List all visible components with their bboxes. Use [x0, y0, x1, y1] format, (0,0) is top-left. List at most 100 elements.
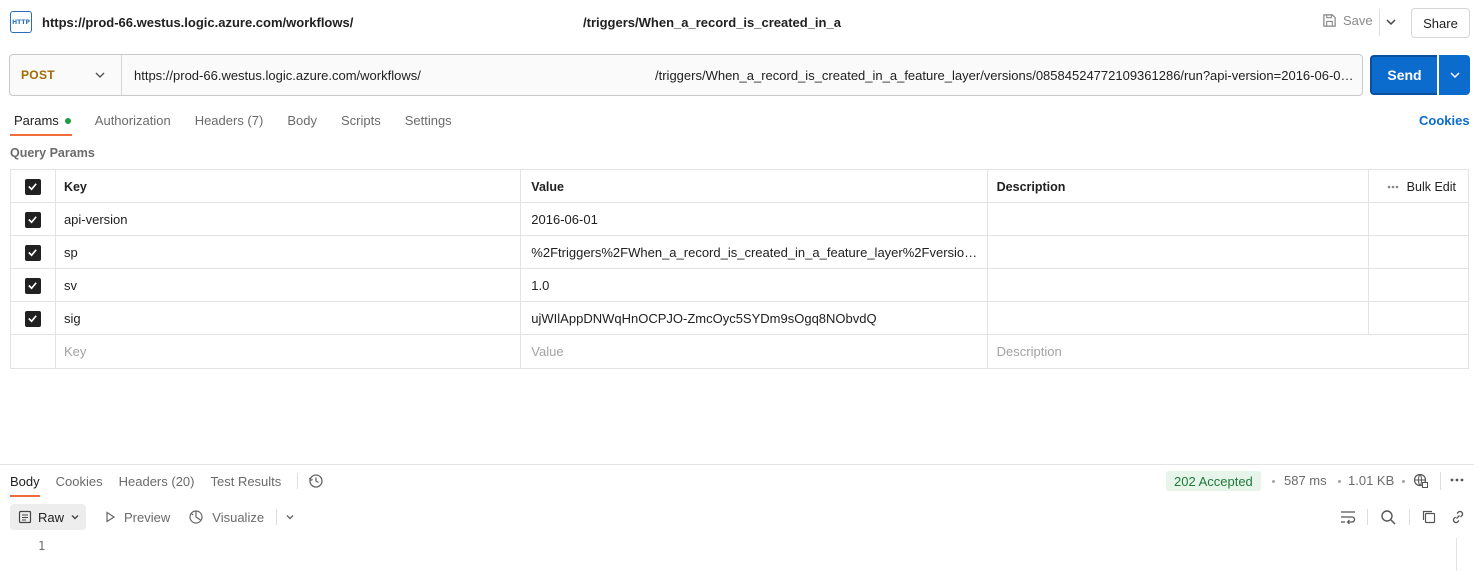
tab-params[interactable]: Params — [14, 113, 71, 128]
check-icon — [28, 282, 38, 290]
param-value[interactable]: 2016-06-01 — [521, 203, 988, 236]
divider — [1402, 480, 1405, 483]
row-checkbox[interactable] — [24, 277, 41, 294]
row-checkbox-cell — [11, 203, 56, 236]
more-icon[interactable] — [1450, 478, 1464, 482]
table-row: sp %2Ftriggers%2FWhen_a_record_is_create… — [11, 236, 1468, 269]
history-icon[interactable] — [308, 473, 324, 489]
divider — [1367, 509, 1368, 525]
wrap-lines-icon[interactable] — [1339, 509, 1357, 525]
search-icon[interactable] — [1380, 509, 1396, 525]
param-value[interactable]: 1.0 — [521, 269, 988, 302]
table-row: sig ujWIlAppDNWqHnOCPJO-ZmcOyc5SYDm9sOgq… — [11, 302, 1468, 335]
method-select[interactable]: POST — [21, 68, 55, 82]
row-spacer — [1369, 236, 1468, 269]
divider — [1338, 480, 1341, 483]
url-input-path[interactable]: /triggers/When_a_record_is_created_in_a_… — [655, 68, 1360, 83]
param-key[interactable]: sp — [56, 236, 522, 269]
check-icon — [28, 183, 38, 191]
chevron-down-icon[interactable] — [1384, 14, 1398, 30]
preview-label: Preview — [124, 509, 171, 525]
divider — [276, 509, 278, 525]
check-icon — [28, 315, 38, 323]
param-key[interactable]: api-version — [56, 203, 522, 236]
scrollbar[interactable] — [1456, 538, 1464, 571]
raw-label: Raw — [38, 509, 65, 525]
row-checkbox[interactable] — [24, 244, 41, 261]
tab-body[interactable]: Body — [287, 113, 317, 128]
row-checkbox[interactable] — [24, 310, 41, 327]
cookies-link[interactable]: Cookies — [1419, 113, 1470, 128]
save-button[interactable]: Save — [1322, 13, 1373, 28]
chevron-down-icon[interactable] — [285, 512, 295, 522]
row-spacer — [1369, 203, 1468, 236]
param-key[interactable]: sig — [56, 302, 522, 335]
tab-scripts[interactable]: Scripts — [341, 113, 381, 128]
send-button[interactable]: Send — [1370, 55, 1437, 95]
request-title-path[interactable]: /triggers/When_a_record_is_created_in_a — [583, 15, 841, 30]
request-tabs: Params Authorization Headers (7) Body Sc… — [14, 113, 476, 128]
new-description-input[interactable]: Description — [988, 335, 1468, 368]
active-tab-indicator — [10, 495, 40, 497]
status-badge[interactable]: 202 Accepted — [1166, 471, 1261, 491]
network-globe-icon[interactable] — [1413, 473, 1429, 489]
param-value[interactable]: %2Ftriggers%2FWhen_a_record_is_created_i… — [521, 236, 988, 269]
row-spacer — [1369, 269, 1468, 302]
send-options-button[interactable] — [1439, 55, 1470, 95]
param-value-text: 2016-06-01 — [531, 212, 598, 227]
row-spacer — [1369, 302, 1468, 335]
divider — [1379, 9, 1380, 36]
tab-settings[interactable]: Settings — [405, 113, 452, 128]
divider — [121, 55, 122, 95]
request-title[interactable]: https://prod-66.westus.logic.azure.com/w… — [42, 15, 353, 30]
link-icon[interactable] — [1450, 509, 1466, 525]
play-icon — [106, 511, 116, 523]
select-all-cell — [11, 170, 56, 203]
tab-test-results[interactable]: Test Results — [210, 474, 281, 489]
row-checkbox-cell — [11, 269, 56, 302]
param-description[interactable] — [988, 269, 1370, 302]
tab-response-headers[interactable]: Headers (20) — [119, 474, 195, 489]
divider — [1272, 480, 1275, 483]
url-input[interactable]: https://prod-66.westus.logic.azure.com/w… — [134, 68, 421, 83]
status-dot — [64, 117, 71, 124]
row-checkbox-cell — [11, 335, 56, 368]
select-all-checkbox[interactable] — [24, 178, 41, 195]
param-key[interactable]: sv — [56, 269, 522, 302]
tab-authorization[interactable]: Authorization — [95, 113, 171, 128]
bulk-edit-button[interactable]: Bulk Edit — [1369, 170, 1468, 203]
new-key-input[interactable]: Key — [56, 335, 522, 368]
bulk-edit-label: Bulk Edit — [1406, 179, 1456, 194]
visualize-icon — [189, 510, 203, 524]
raw-view-select[interactable]: Raw — [10, 504, 87, 530]
response-tabs: Body Cookies Headers (20) Test Results — [10, 473, 324, 489]
active-tab-indicator — [10, 134, 72, 136]
response-time[interactable]: 587 ms — [1284, 473, 1327, 488]
tab-headers[interactable]: Headers (7) — [195, 113, 264, 128]
param-value-text: 1.0 — [531, 278, 550, 293]
row-checkbox[interactable] — [24, 211, 41, 228]
tab-params-label: Params — [14, 113, 59, 128]
column-header-value: Value — [521, 170, 988, 203]
check-icon — [28, 216, 38, 224]
chevron-down-icon — [71, 515, 79, 520]
param-value[interactable]: ujWIlAppDNWqHnOCPJO-ZmcOyc5SYDm9sOgq8NOb… — [521, 302, 988, 335]
response-size[interactable]: 1.01 KB — [1348, 473, 1394, 488]
visualize-button[interactable]: Visualize — [188, 509, 264, 525]
chevron-down-icon[interactable] — [94, 69, 106, 81]
document-icon — [18, 510, 32, 524]
param-description[interactable] — [988, 236, 1370, 269]
new-value-input[interactable]: Value — [521, 335, 988, 368]
copy-icon[interactable] — [1421, 509, 1437, 525]
url-bar: POST https://prod-66.westus.logic.azure.… — [9, 54, 1363, 96]
more-icon — [1387, 185, 1398, 188]
table-row: api-version 2016-06-01 — [11, 203, 1468, 236]
param-description[interactable] — [988, 203, 1370, 236]
tab-response-body[interactable]: Body — [10, 474, 40, 489]
divider — [0, 464, 1474, 465]
share-button[interactable]: Share — [1411, 8, 1470, 38]
param-description[interactable] — [988, 302, 1370, 335]
tab-response-cookies[interactable]: Cookies — [56, 474, 103, 489]
preview-button[interactable]: Preview — [104, 510, 170, 525]
query-params-table: Key Value Description Bulk Edit api-vers… — [10, 169, 1469, 369]
